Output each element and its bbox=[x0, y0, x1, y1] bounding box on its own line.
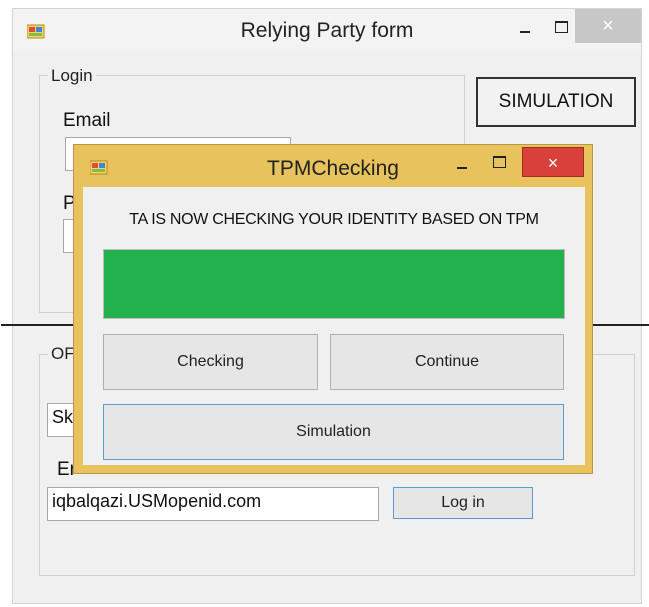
dialog-minimize-icon[interactable] bbox=[454, 157, 470, 173]
minimize-icon[interactable] bbox=[517, 21, 533, 37]
main-titlebar[interactable]: Relying Party form × bbox=[13, 9, 641, 51]
main-window-title: Relying Party form bbox=[240, 19, 414, 42]
dialog-client-area: TA IS NOW CHECKING YOUR IDENTITY BASED O… bbox=[83, 187, 585, 465]
maximize-icon[interactable] bbox=[553, 19, 569, 35]
dialog-title: TPMChecking bbox=[267, 157, 399, 180]
login-group-label: Login bbox=[48, 66, 96, 86]
checking-button[interactable]: Checking bbox=[103, 334, 318, 390]
email-label: Email bbox=[63, 110, 111, 131]
progress-bar bbox=[103, 249, 565, 319]
dialog-simulation-button[interactable]: Simulation bbox=[103, 404, 564, 460]
openid-input[interactable]: iqbalqazi.USMopenid.com bbox=[47, 487, 379, 521]
login-button[interactable]: Log in bbox=[393, 487, 533, 519]
continue-button[interactable]: Continue bbox=[330, 334, 564, 390]
dialog-maximize-icon[interactable] bbox=[491, 154, 507, 170]
dialog-close-button[interactable]: × bbox=[522, 147, 584, 177]
tpm-checking-dialog: TPMChecking × TA IS NOW CHECKING YOUR ID… bbox=[73, 144, 593, 474]
close-button[interactable]: × bbox=[575, 9, 641, 43]
simulation-button[interactable]: SIMULATION bbox=[476, 77, 636, 127]
status-message: TA IS NOW CHECKING YOUR IDENTITY BASED O… bbox=[129, 211, 539, 228]
progress-fill bbox=[104, 250, 564, 318]
